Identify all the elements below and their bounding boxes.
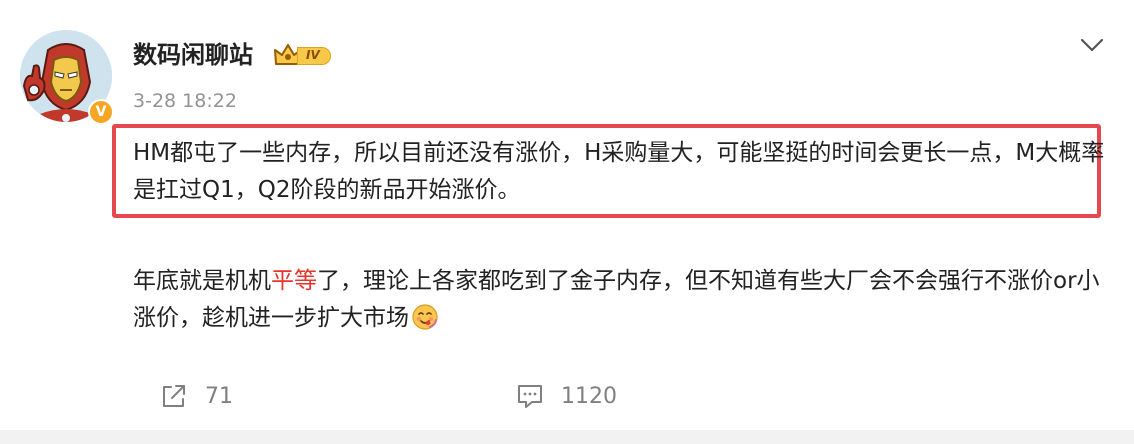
- weibo-post-card: V 数码闲聊站 IV 3-28 18:22 HM都屯了一些内存，所以目前还没有涨…: [0, 0, 1134, 430]
- paragraph-2-before: 年底就是机机: [133, 268, 271, 294]
- paragraph-1-text: HM都屯了一些内存，所以目前还没有涨价，H采购量大，可能坚挺的时间会更长一点，M…: [133, 140, 1105, 203]
- comment-count: 1120: [561, 383, 617, 409]
- level-label: IV: [297, 47, 331, 65]
- chevron-down-icon[interactable]: [1078, 34, 1106, 56]
- author-name[interactable]: 数码闲聊站: [133, 38, 253, 72]
- yummy-face-emoji-icon: [412, 304, 438, 330]
- post-paragraph-2: 年底就是机机平等了，理论上各家都吃到了金子内存，但不知道有些大厂会不会强行不涨价…: [133, 263, 1108, 337]
- highlighted-word: 平等: [271, 268, 317, 294]
- post-timestamp[interactable]: 3-28 18:22: [133, 88, 237, 114]
- share-button[interactable]: 71: [159, 381, 233, 411]
- post-paragraph-1: HM都屯了一些内存，所以目前还没有涨价，H采购量大，可能坚挺的时间会更长一点，M…: [133, 135, 1108, 209]
- share-count: 71: [205, 383, 233, 409]
- share-icon: [163, 385, 185, 407]
- comment-icon: [518, 385, 542, 408]
- card-separator: [0, 430, 1134, 444]
- comment-button[interactable]: 1120: [515, 381, 617, 411]
- user-level-badge[interactable]: IV: [273, 42, 345, 68]
- verified-badge-icon: V: [88, 99, 114, 125]
